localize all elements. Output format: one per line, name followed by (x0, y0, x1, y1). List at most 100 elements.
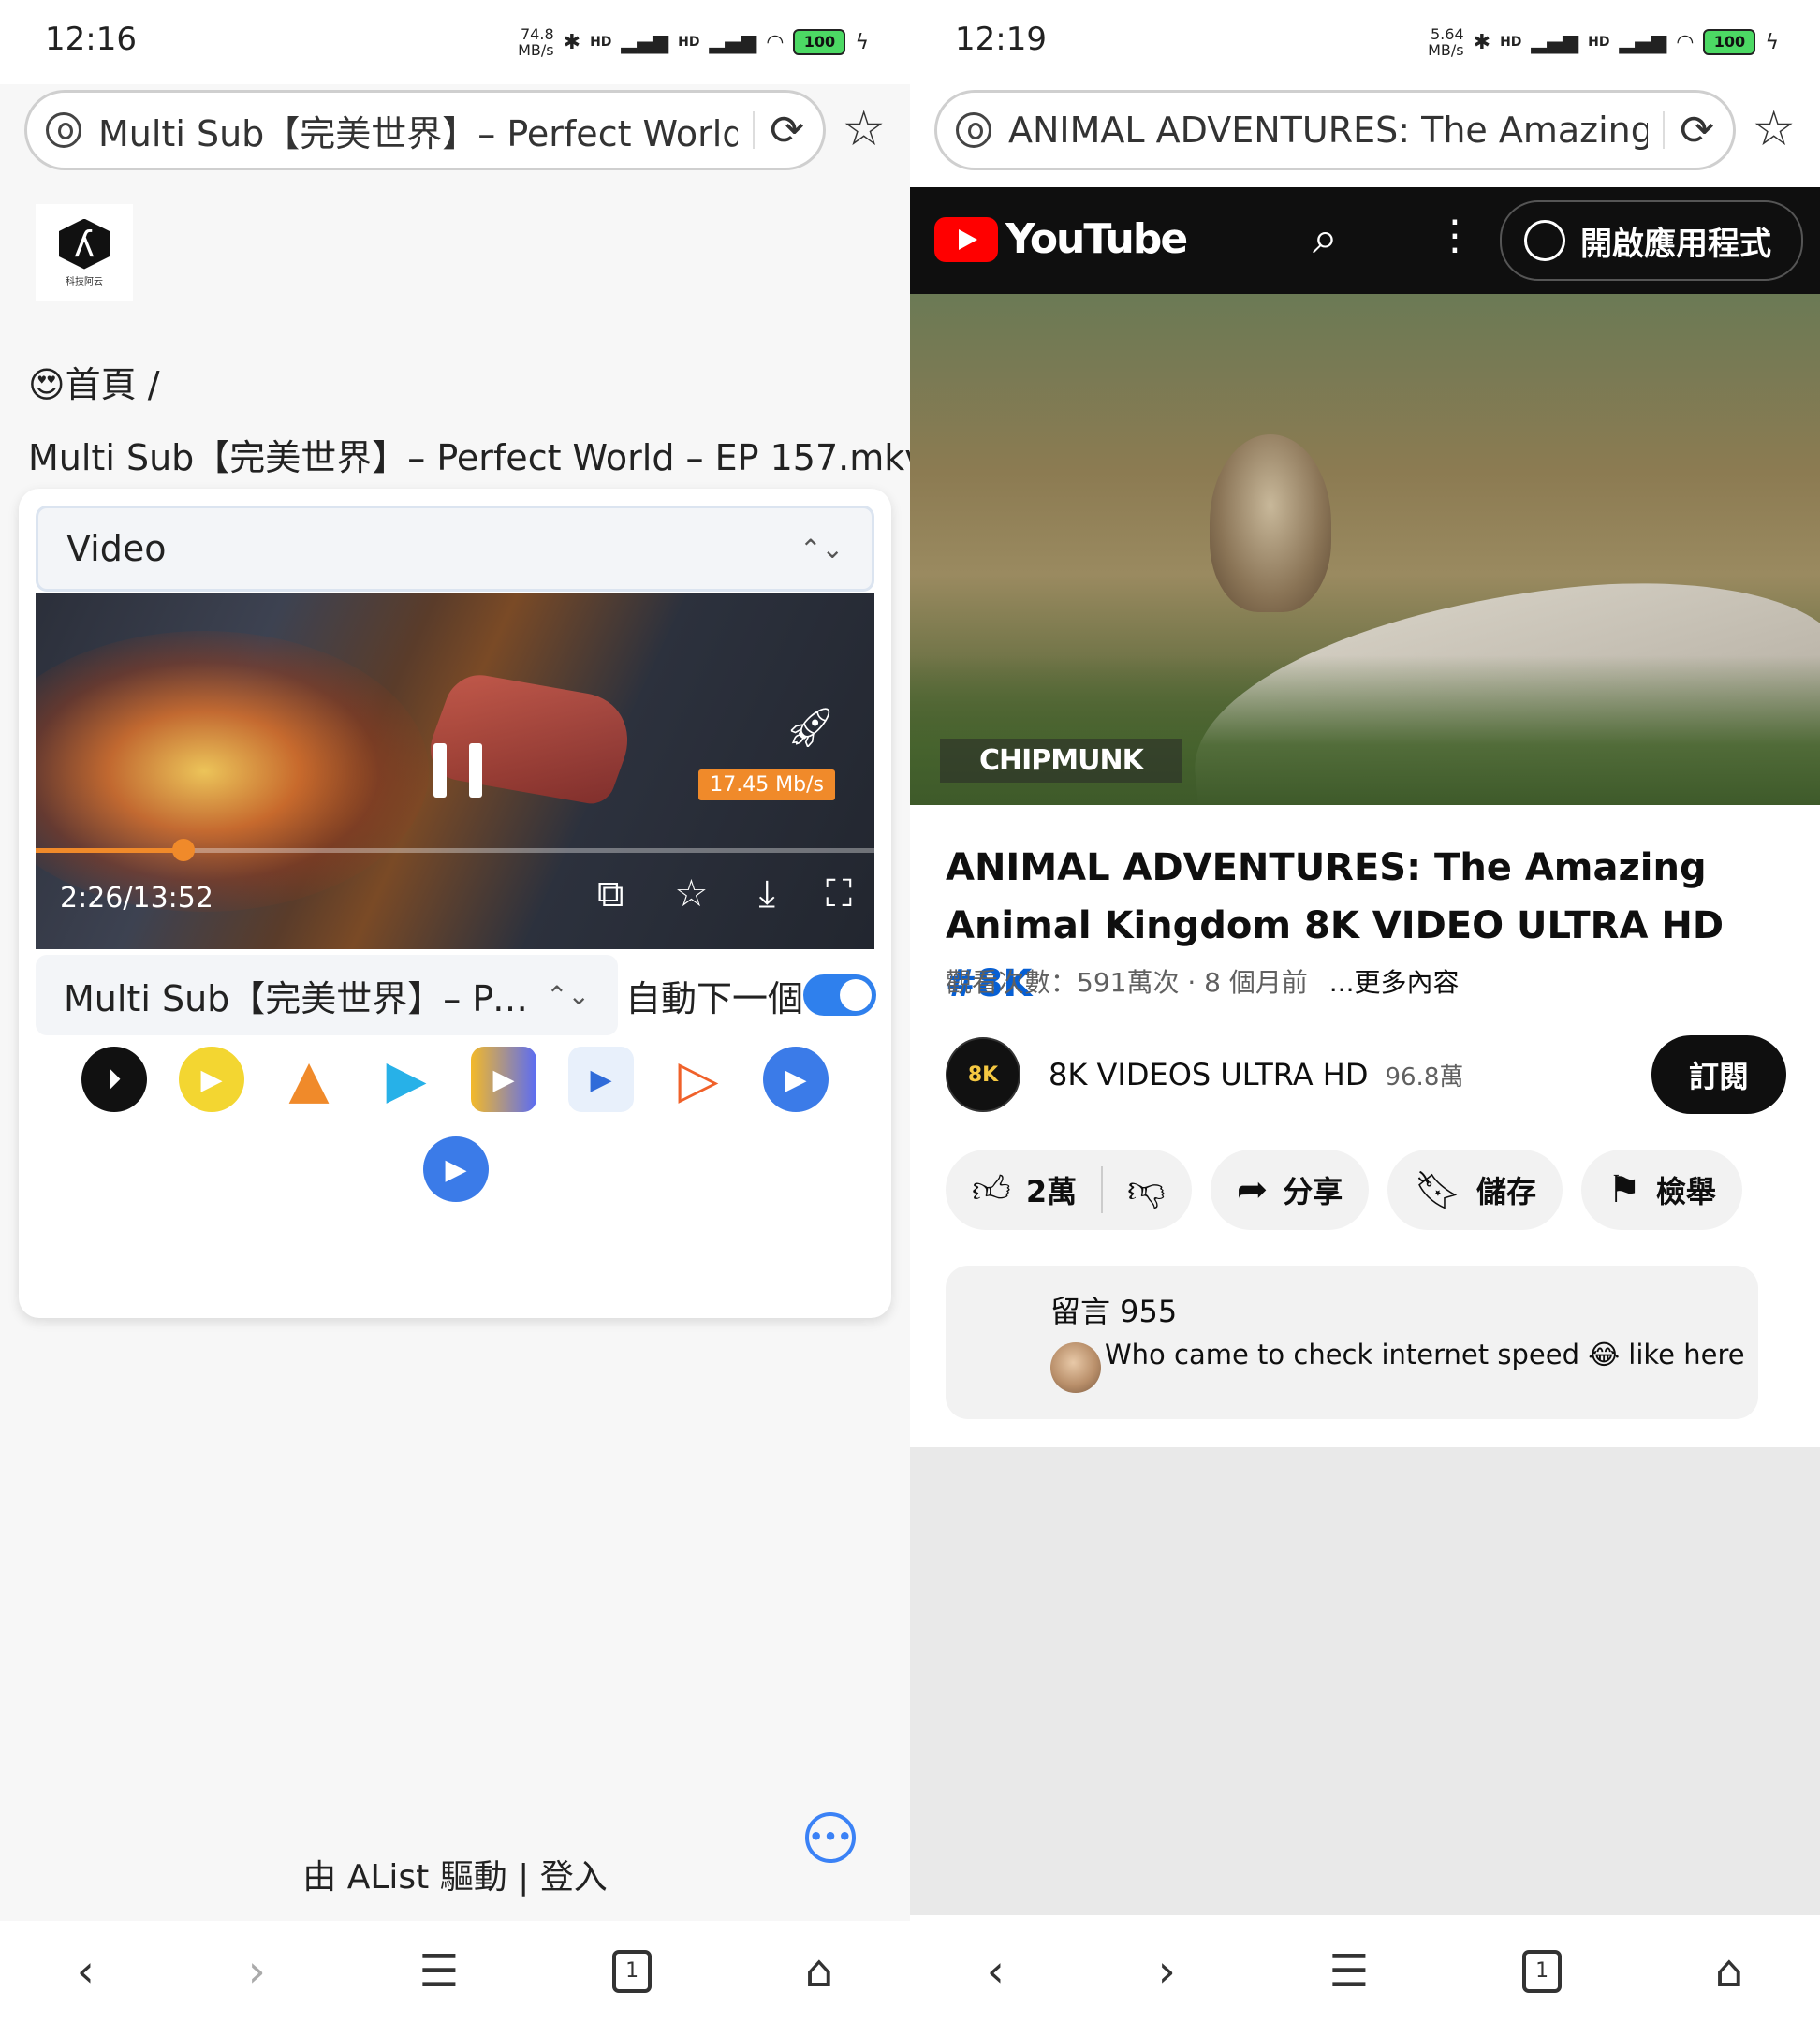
picture-in-picture-icon[interactable]: ⧉ (597, 872, 624, 916)
youtube-wordmark: YouTube (1005, 215, 1188, 263)
site-logo[interactable]: ʎ 科技阿云 (36, 204, 133, 301)
reload-icon[interactable]: ⟳ (770, 107, 804, 154)
url-title[interactable]: ANIMAL ADVENTURES: The Amazing (1008, 110, 1648, 151)
commenter-avatar (1050, 1342, 1101, 1393)
url-title[interactable]: Multi Sub【完美世界】– Perfect World (98, 105, 738, 156)
auto-next-toggle[interactable] (803, 974, 877, 1016)
site-info-icon[interactable] (46, 112, 81, 148)
auto-next-label: 自動下一個 (625, 977, 804, 1019)
browser-bottom-nav: ‹ › ☰ 1 ⌂ (910, 1921, 1820, 2022)
signal-icon-2: HD (1588, 35, 1610, 50)
back-icon[interactable]: ‹ (77, 1945, 95, 1998)
breadcrumb[interactable]: 😍首頁 / (28, 356, 160, 407)
video-frame-chipmunk (1210, 434, 1331, 612)
comments-title: 留言 955 (1050, 1294, 1178, 1329)
channel-avatar[interactable]: 8K (946, 1037, 1020, 1112)
status-icons: 74.8 MB/s ✱ HD ▂▄▆ HD ▂▄▆ ◠ 100 ϟ (518, 26, 869, 58)
battery-icon: 100 (1703, 29, 1756, 55)
download-icon[interactable]: ⤓ (758, 872, 775, 916)
more-vert-icon[interactable]: ⋮ (1434, 212, 1475, 259)
share-label: 分享 (1283, 1174, 1343, 1209)
forward-icon[interactable]: › (1158, 1945, 1176, 1998)
bluetooth-icon: ✱ (1473, 30, 1491, 54)
fullscreen-icon[interactable]: ⛶ (826, 872, 852, 916)
home-icon[interactable]: ⌂ (805, 1945, 833, 1998)
status-time: 12:16 (45, 21, 137, 58)
bookmark-star-icon[interactable]: ☆ (1752, 101, 1796, 157)
channel-name[interactable]: 8K VIDEOS ULTRA HD (1049, 1057, 1368, 1092)
vlc-icon[interactable]: ▲ (276, 1047, 342, 1112)
tabs-icon[interactable]: 1 (1522, 1950, 1563, 1993)
up-down-chevron-icon: ⌃⌄ (546, 979, 590, 1011)
like-dislike-pill: 👍︎ 2萬 👎︎ (946, 1150, 1192, 1230)
subtitle-select[interactable]: Multi Sub【完美世界】– Perf… ⌃⌄ (36, 955, 618, 1035)
video-player[interactable]: 🚀︎ 17.45 Mb/s 2:26/13:52 ⧉ ☆ ⤓ ⛶ (36, 593, 874, 949)
wifi-icon: ◠ (766, 30, 785, 54)
dislike-icon[interactable]: 👎︎ (1127, 1167, 1166, 1212)
potplayer-icon[interactable]: ▶ (179, 1047, 244, 1112)
signal-bars-icon-2: ▂▄▆ (1619, 30, 1667, 54)
signal-bars-icon: ▂▄▆ (621, 30, 669, 54)
omniplayer-icon[interactable]: ▶ (763, 1047, 829, 1112)
forward-icon[interactable]: › (248, 1945, 266, 1998)
charging-icon: ϟ (1765, 30, 1779, 54)
tabs-icon[interactable]: 1 (612, 1950, 653, 1993)
like-count[interactable]: 2萬 (1026, 1168, 1077, 1211)
subtitle-select-value: Multi Sub【完美世界】– Perf… (64, 977, 537, 1019)
status-icons: 5.64 MB/s ✱ HD ▂▄▆ HD ▂▄▆ ◠ 100 ϟ (1428, 26, 1779, 58)
channel-row: 8K 8K VIDEOS ULTRA HD 96.8萬 訂閱 (946, 1035, 1786, 1114)
network-speed: 5.64 MB/s (1428, 25, 1464, 59)
open-app-button[interactable]: 開啟應用程式 (1500, 200, 1803, 281)
like-icon[interactable]: 👍︎ (972, 1167, 1011, 1212)
bookmark-star-icon[interactable]: ☆ (842, 101, 886, 157)
search-icon[interactable]: ⌕ (1313, 212, 1338, 265)
address-bar[interactable]: ANIMAL ADVENTURES: The Amazing ⟳ (934, 90, 1736, 170)
menu-icon[interactable]: ☰ (418, 1945, 459, 1998)
report-button[interactable]: ⚑ 檢舉 (1581, 1150, 1742, 1230)
flag-icon: ⚑ (1607, 1168, 1641, 1211)
top-comment: Who came to check internet speed 😂 like … (1105, 1339, 1745, 1370)
browser-bottom-nav: ‹ › ☰ 1 ⌂ (0, 1921, 910, 2022)
youtube-play-icon (934, 216, 998, 262)
status-bar: 12:19 5.64 MB/s ✱ HD ▂▄▆ HD ▂▄▆ ◠ 100 ϟ (910, 0, 1820, 84)
preview-card: Video ⌃⌄ 🚀︎ 17.45 Mb/s 2:26/13:52 ⧉ ☆ ⤓ … (19, 489, 891, 1318)
logo-text: 科技阿云 (66, 276, 103, 287)
site-info-icon[interactable] (956, 112, 991, 148)
iina-icon[interactable]: ⏵ (81, 1047, 147, 1112)
divider (753, 111, 756, 149)
subscribe-button[interactable]: 訂閱 (1651, 1035, 1786, 1114)
pause-icon[interactable] (433, 743, 482, 798)
file-name: Multi Sub【完美世界】– Perfect World – EP 157.… (28, 437, 910, 478)
mpv-icon[interactable]: ▶ (423, 1136, 489, 1202)
comments-panel[interactable]: 留言 955 Who came to check internet speed … (946, 1266, 1758, 1419)
subscriber-count: 96.8萬 (1385, 1062, 1464, 1092)
favorite-star-icon[interactable]: ☆ (674, 872, 708, 916)
show-more-link[interactable]: ...更多內容 (1329, 967, 1460, 998)
home-icon[interactable]: ⌂ (1715, 1945, 1743, 1998)
address-bar[interactable]: Multi Sub【完美世界】– Perfect World ⟳ (24, 90, 826, 170)
progress-bar[interactable] (36, 839, 874, 861)
youtube-logo[interactable]: YouTube (934, 215, 1188, 263)
reload-icon[interactable]: ⟳ (1680, 107, 1714, 154)
nplayer-icon[interactable]: ▶ (471, 1047, 536, 1112)
menu-icon[interactable]: ☰ (1328, 1945, 1369, 1998)
logo-mark-icon: ʎ (59, 218, 110, 270)
left-screen: 12:16 74.8 MB/s ✱ HD ▂▄▆ HD ▂▄▆ ◠ 100 ϟ Mul… (0, 0, 910, 2022)
mx-player-icon[interactable]: ▶ (568, 1047, 634, 1112)
rocket-icon[interactable]: 🚀︎ (785, 704, 835, 751)
progress-handle[interactable] (171, 839, 195, 861)
save-button[interactable]: 🔖︎ 儲存 (1387, 1150, 1563, 1230)
youtube-video-player[interactable]: CHIPMUNK (910, 294, 1820, 805)
share-button[interactable]: ➦ 分享 (1210, 1150, 1370, 1230)
video-meta[interactable]: 觀看次數：591萬次 · 8 個月前 ...更多內容 (946, 962, 1459, 1000)
bluetooth-icon: ✱ (563, 30, 581, 54)
charging-icon: ϟ (855, 30, 869, 54)
infuse-icon[interactable]: ▶ (374, 1047, 439, 1112)
back-icon[interactable]: ‹ (987, 1945, 1005, 1998)
page-background (910, 1447, 1820, 1915)
fig-player-icon[interactable]: ▷ (666, 1047, 731, 1112)
video-views-date: 觀看次數：591萬次 · 8 個月前 (946, 967, 1308, 998)
footer-text[interactable]: 由 AList 驅動 | 登入 (0, 1850, 910, 1898)
preview-type-select[interactable]: Video ⌃⌄ (36, 506, 874, 592)
external-player-list: ⏵ ▶ ▲ ▶ ▶ ▶ ▷ ▶ (19, 1047, 891, 1112)
